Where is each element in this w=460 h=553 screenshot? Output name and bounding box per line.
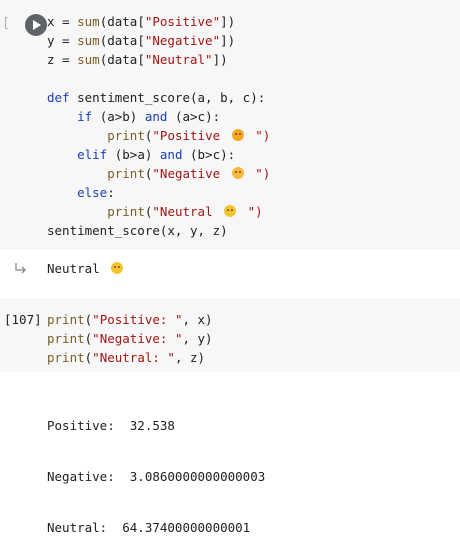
code-line: print("Neutral: ", z) bbox=[47, 350, 206, 365]
code-cell-2[interactable]: [107] print("Positive: ", x) print("Nega… bbox=[0, 298, 460, 372]
neutral-face-icon bbox=[111, 262, 124, 274]
code-text: print("Negative bbox=[107, 166, 228, 181]
code-editor[interactable]: x = sum(data["Positive"]) y = sum(data["… bbox=[47, 12, 270, 240]
output-line: Negative: 3.0860000000000003 bbox=[47, 469, 266, 484]
neutral-face-icon bbox=[224, 205, 237, 217]
code-line: print("Negative: ", y) bbox=[47, 331, 213, 346]
code-line: z = sum(data["Neutral"]) bbox=[47, 52, 228, 67]
code-text: print("Neutral bbox=[107, 204, 221, 219]
code-line: sentiment_score(x, y, z) bbox=[47, 223, 228, 238]
code-editor[interactable]: print("Positive: ", x) print("Negative: … bbox=[47, 310, 213, 367]
cell-bracket: [ bbox=[2, 16, 10, 31]
code-line: print("Positive ") bbox=[47, 126, 270, 145]
output-arrow-icon bbox=[15, 263, 26, 274]
code-line: print("Positive: ", x) bbox=[47, 312, 213, 327]
cell-1-output: Neutral bbox=[47, 260, 127, 277]
code-line: x = sum(data["Positive"]) bbox=[47, 14, 236, 29]
cell-2-output: Positive: 32.538 Negative: 3.08600000000… bbox=[47, 383, 265, 553]
code-text: ") bbox=[247, 204, 263, 219]
code-line: print("Neutral ") bbox=[47, 202, 270, 221]
output-line: Neutral: 64.37400000000001 bbox=[47, 520, 251, 535]
execution-count: [107] bbox=[4, 312, 42, 327]
code-line: print("Negative ") bbox=[47, 164, 270, 183]
code-text: ") bbox=[255, 166, 271, 181]
code-line: if (a>b) and (a>c): bbox=[77, 109, 221, 124]
output-text: Neutral bbox=[47, 261, 108, 276]
code-line: elif (b>a) and (b>c): bbox=[77, 147, 236, 162]
code-text: ") bbox=[255, 128, 271, 143]
angry-face-icon bbox=[231, 167, 244, 179]
code-cell-1[interactable]: [ x = sum(data["Positive"]) y = sum(data… bbox=[0, 0, 460, 250]
code-text: print("Positive bbox=[107, 128, 228, 143]
run-cell-button[interactable] bbox=[25, 14, 47, 36]
code-line: else: bbox=[77, 185, 115, 200]
output-line: Positive: 32.538 bbox=[47, 418, 175, 433]
smiling-face-icon bbox=[231, 129, 244, 141]
code-line: def sentiment_score(a, b, c): bbox=[47, 90, 266, 105]
code-line: y = sum(data["Negative"]) bbox=[47, 33, 236, 48]
